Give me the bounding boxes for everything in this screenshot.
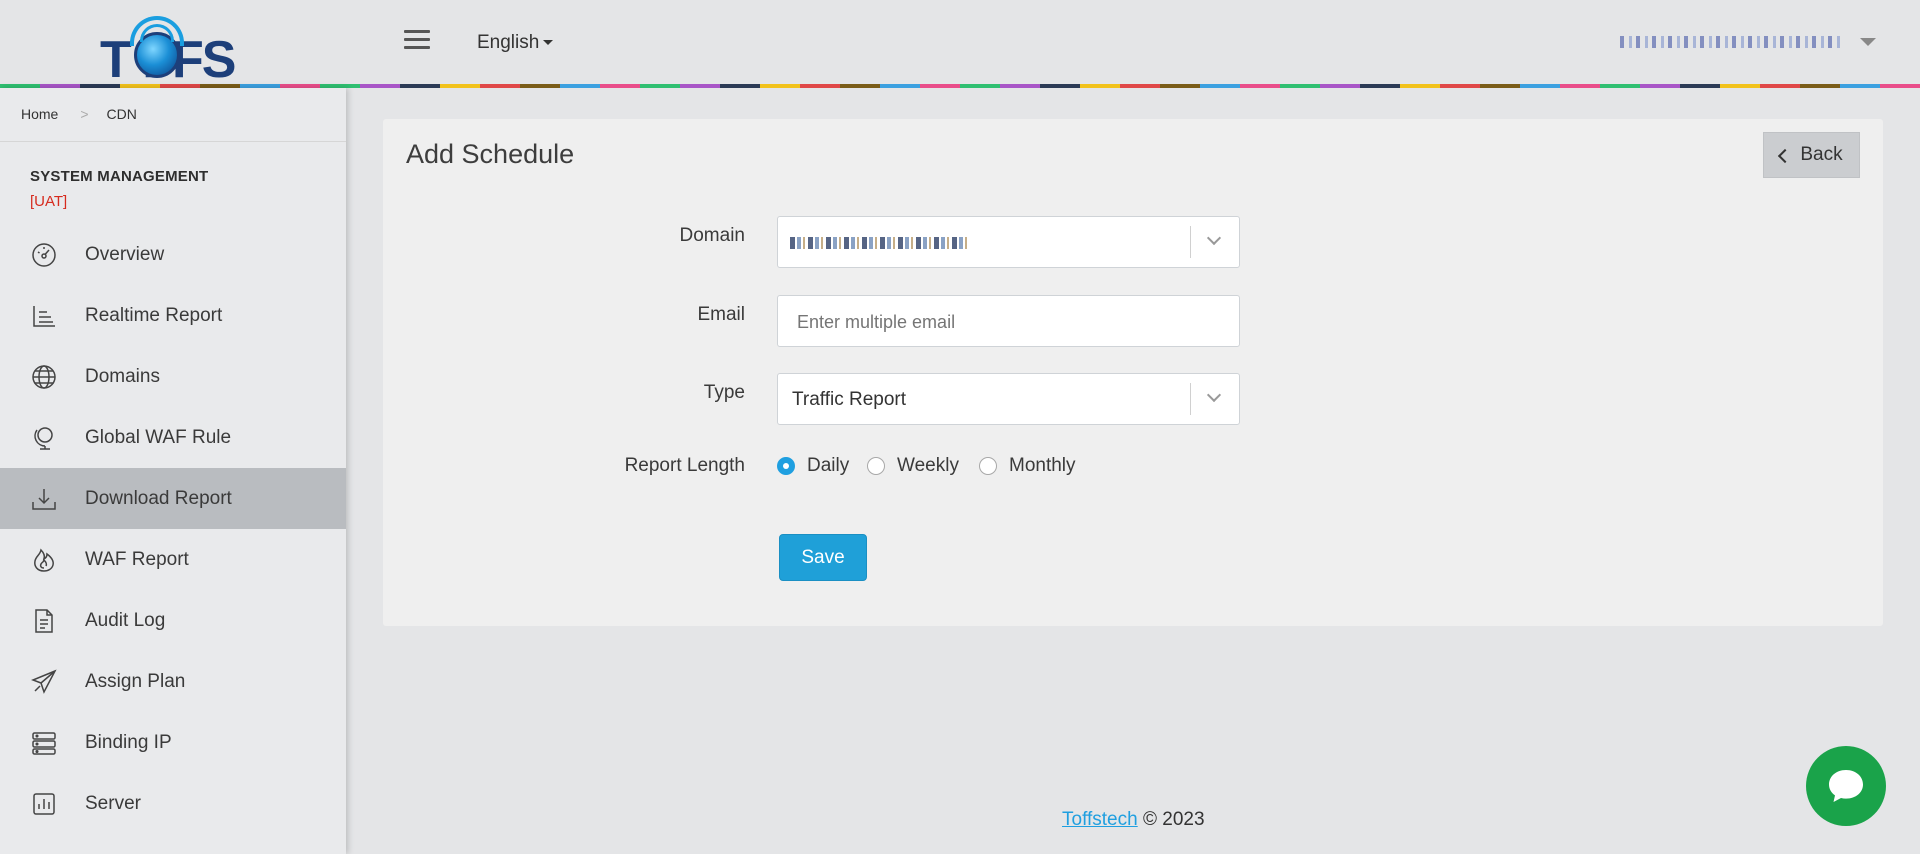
caret-down-icon — [543, 40, 554, 46]
user-name-redacted — [1620, 36, 1840, 48]
top-bar: T FFS English — [0, 0, 1920, 89]
radio-monthly[interactable]: Monthly — [979, 455, 1076, 477]
breadcrumb: Home > CDN — [0, 88, 346, 142]
sidebar-menu: Overview Realtime Report Domains Global … — [0, 224, 346, 834]
sidebar-item-label: Audit Log — [85, 609, 166, 631]
sidebar-item-download-report[interactable]: Download Report — [0, 468, 346, 529]
domain-select[interactable] — [777, 216, 1240, 268]
sidebar-item-label: Server — [85, 792, 141, 814]
sidebar-item-global-waf-rule[interactable]: Global WAF Rule — [0, 407, 346, 468]
sidebar-section-title: SYSTEM MANAGEMENT — [30, 168, 209, 185]
radio-dot — [979, 457, 997, 475]
radio-label: Daily — [807, 455, 850, 476]
chevron-down-icon[interactable] — [1206, 387, 1222, 403]
sidebar-item-label: Binding IP — [85, 731, 172, 753]
save-button[interactable]: Save — [779, 534, 867, 581]
sidebar-item-binding-ip[interactable]: Binding IP — [0, 712, 346, 773]
type-select[interactable]: Traffic Report — [777, 373, 1240, 425]
download-icon — [30, 485, 58, 513]
user-menu-caret-icon[interactable] — [1860, 38, 1876, 46]
domain-label: Domain — [679, 225, 745, 246]
back-label: Back — [1800, 144, 1843, 165]
sidebar-item-audit-log[interactable]: Audit Log — [0, 590, 346, 651]
chevron-down-icon[interactable] — [1206, 230, 1222, 246]
footer: Toffstech © 2023 — [1062, 809, 1205, 831]
type-label: Type — [703, 382, 745, 403]
radio-dot — [867, 457, 885, 475]
select-separator — [1190, 226, 1191, 258]
type-value: Traffic Report — [792, 389, 907, 410]
email-field[interactable]: Enter multiple email — [777, 295, 1240, 347]
sidebar-item-label: Global WAF Rule — [85, 426, 232, 448]
select-separator — [1190, 383, 1191, 415]
language-dropdown[interactable]: English — [477, 32, 554, 54]
sidebar-item-label: Overview — [85, 243, 165, 265]
footer-link[interactable]: Toffstech — [1062, 809, 1138, 830]
footer-copyright: © 2023 — [1142, 809, 1205, 830]
page-title: Add Schedule — [406, 139, 575, 169]
back-button[interactable]: Back — [1763, 132, 1860, 178]
breadcrumb-home[interactable]: Home — [21, 106, 58, 122]
chat-widget-button[interactable] — [1806, 746, 1886, 826]
sidebar-item-label: Realtime Report — [85, 304, 223, 326]
globe-icon — [30, 363, 58, 391]
speedometer-icon — [30, 241, 58, 269]
toffs-logo[interactable]: T FFS — [100, 8, 250, 89]
domain-value-redacted — [790, 237, 970, 249]
language-label: English — [477, 32, 540, 53]
sidebar-item-domains[interactable]: Domains — [0, 346, 346, 407]
sidebar-item-waf-report[interactable]: WAF Report — [0, 529, 346, 590]
sidebar-item-label: Download Report — [85, 487, 232, 509]
chat-bubble-icon — [1829, 770, 1863, 802]
breadcrumb-current: CDN — [106, 106, 137, 122]
radio-dot — [777, 457, 795, 475]
hamburger-menu-icon[interactable] — [404, 30, 430, 54]
sidebar-item-assign-plan[interactable]: Assign Plan — [0, 651, 346, 712]
sidebar-item-overview[interactable]: Overview — [0, 224, 346, 285]
sidebar-item-label: Domains — [85, 365, 160, 387]
chevron-right-icon: > — [80, 106, 89, 122]
email-label: Email — [697, 304, 745, 325]
chart-box-icon — [30, 790, 58, 818]
sidebar-item-server[interactable]: Server — [0, 773, 346, 834]
report-length-label: Report Length — [624, 455, 745, 476]
sidebar: Home > CDN SYSTEM MANAGEMENT [UAT] Overvie… — [0, 88, 346, 854]
document-icon — [30, 607, 58, 635]
bar-list-icon — [30, 302, 58, 330]
server-stack-icon — [30, 729, 58, 757]
environment-tag: [UAT] — [30, 193, 68, 210]
paper-plane-icon — [30, 668, 58, 696]
sidebar-item-realtime-report[interactable]: Realtime Report — [0, 285, 346, 346]
sidebar-item-label: Assign Plan — [85, 670, 186, 692]
radio-label: Monthly — [1009, 455, 1076, 476]
radio-daily[interactable]: Daily — [777, 455, 849, 477]
globe-stand-icon — [30, 424, 58, 452]
radio-weekly[interactable]: Weekly — [867, 455, 959, 477]
chevron-left-icon — [1778, 148, 1793, 163]
email-placeholder: Enter multiple email — [797, 312, 956, 332]
radio-label: Weekly — [897, 455, 959, 476]
fire-icon — [30, 546, 58, 574]
sidebar-item-label: WAF Report — [85, 548, 189, 570]
add-schedule-card: Add Schedule Back Domain Email Enter mul… — [383, 119, 1883, 626]
